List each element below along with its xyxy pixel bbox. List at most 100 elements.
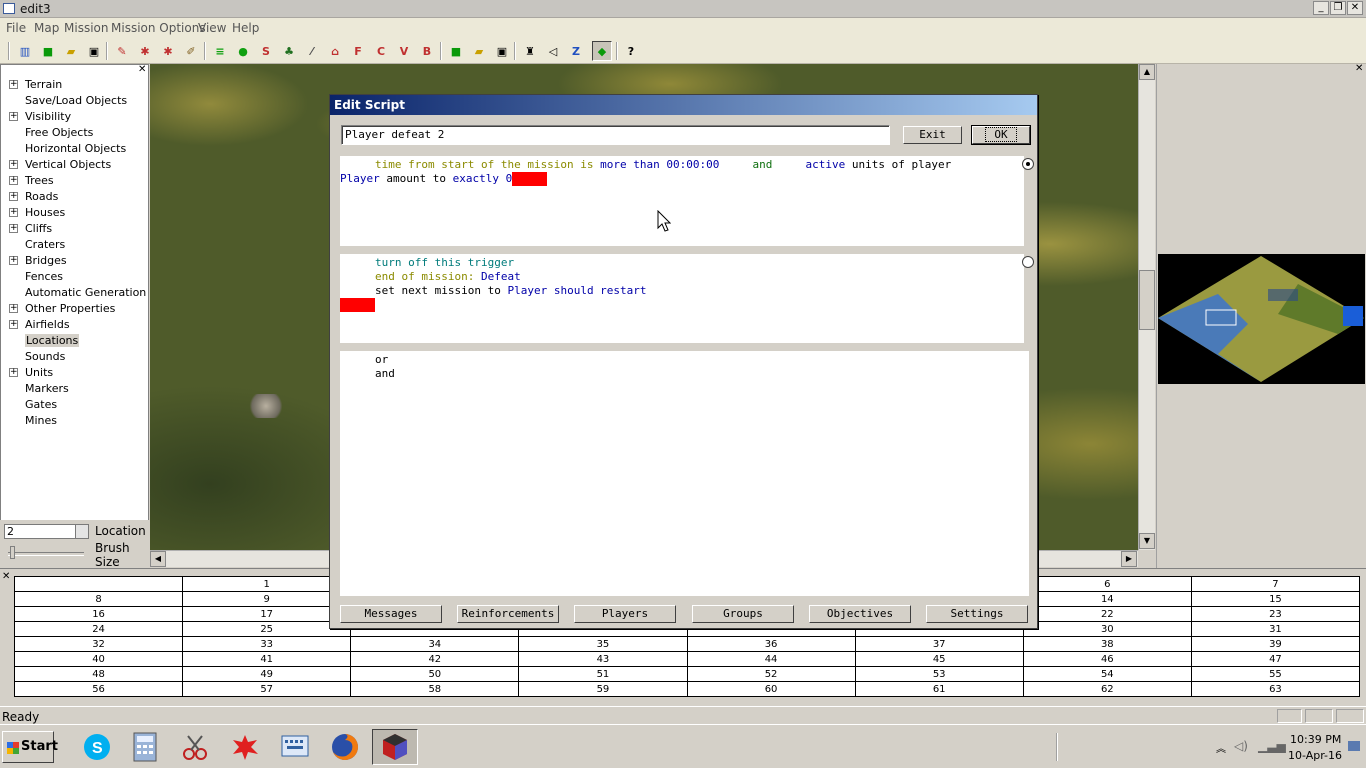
grid-cell[interactable]: 60 (686, 681, 856, 697)
minimize-button[interactable]: _ (1313, 1, 1329, 15)
tree-item[interactable]: + Other Properties (9, 301, 149, 317)
cliff-tool-icon[interactable]: C (372, 42, 390, 60)
grid-cell[interactable]: 46 (1022, 651, 1192, 667)
location-number-input[interactable]: 2 (4, 524, 76, 539)
grid-cell[interactable]: 34 (350, 636, 520, 652)
grid-cell[interactable] (13, 576, 184, 592)
scroll-left-icon[interactable]: ◀ (150, 551, 166, 567)
players-button[interactable]: Players (574, 605, 676, 623)
grid-cell[interactable]: 33 (182, 636, 352, 652)
condition-amount[interactable]: amount to (386, 172, 446, 185)
condition-exactly[interactable]: exactly (453, 172, 499, 185)
expand-icon[interactable]: + (9, 160, 18, 169)
show-hidden-icons-icon[interactable]: ︽ (1216, 740, 1226, 755)
grid-cell[interactable]: 50 (350, 666, 520, 682)
grid-cell[interactable]: 49 (182, 666, 352, 682)
conditions-radio[interactable] (1022, 158, 1034, 170)
tree-item[interactable]: Sounds (9, 349, 149, 365)
insertion-marker[interactable] (512, 172, 548, 186)
help-icon[interactable]: ? (622, 42, 640, 60)
minimap[interactable] (1158, 254, 1365, 384)
logic-or[interactable]: or (375, 353, 388, 367)
expand-icon[interactable]: + (9, 80, 18, 89)
grid-cell[interactable]: 56 (13, 681, 184, 697)
bridge-tool-icon[interactable]: B (418, 42, 436, 60)
objectives-button[interactable]: Objectives (809, 605, 911, 623)
restore-button[interactable]: ❐ (1330, 1, 1346, 15)
grid-cell[interactable]: 52 (686, 666, 856, 682)
close-button[interactable]: ✕ (1347, 1, 1363, 15)
info-icon[interactable]: ▥ (16, 42, 34, 60)
clock-time[interactable]: 10:39 PM (1290, 733, 1341, 746)
tree-tool-icon[interactable]: ♣ (280, 42, 298, 60)
grid-cell[interactable]: 57 (182, 681, 352, 697)
grid-cell[interactable]: 47 (1190, 651, 1361, 667)
condition-comparator[interactable]: more than (600, 158, 660, 171)
grid-cell[interactable]: 15 (1190, 591, 1361, 607)
brush-size-thumb[interactable] (10, 546, 15, 559)
menu-file[interactable]: File (6, 21, 26, 35)
grid-cell[interactable]: 54 (1022, 666, 1192, 682)
condition-player[interactable]: Player (340, 172, 380, 185)
expand-icon[interactable]: + (9, 192, 18, 201)
menu-mission[interactable]: Mission (64, 21, 108, 35)
grid-cell[interactable]: 43 (518, 651, 688, 667)
grid-cell[interactable]: 44 (686, 651, 856, 667)
grid-cell[interactable]: 7 (1190, 576, 1361, 592)
grid-cell[interactable]: 48 (13, 666, 184, 682)
menu-map[interactable]: Map (34, 21, 59, 35)
tree-item[interactable]: Fences (9, 269, 149, 285)
tree-item[interactable]: + Vertical Objects (9, 157, 149, 173)
scroll-down-icon[interactable]: ▼ (1139, 533, 1155, 549)
open-icon[interactable]: ▰ (62, 42, 80, 60)
grid-cell[interactable]: 6 (1022, 576, 1192, 592)
action-end-of-mission[interactable]: end of mission: (375, 270, 474, 283)
action-line[interactable]: end of mission: Defeat (375, 270, 521, 284)
grid-cell[interactable]: 37 (854, 636, 1024, 652)
tree-item[interactable]: Free Objects (9, 125, 149, 141)
grid-cell[interactable]: 61 (854, 681, 1024, 697)
volume-icon[interactable]: ◁) (1234, 739, 1248, 753)
grid-cell[interactable]: 16 (13, 606, 184, 622)
grid-cell[interactable]: 14 (1022, 591, 1192, 607)
network-icon[interactable]: ▁▃▅ (1258, 739, 1286, 753)
condition-active[interactable]: active (806, 158, 846, 171)
close-icon[interactable]: ✕ (2, 571, 10, 582)
menu-help[interactable]: Help (232, 21, 259, 35)
keyboard-icon[interactable] (272, 729, 318, 765)
tree-item[interactable]: + Trees (9, 173, 149, 189)
messages-button[interactable]: Messages (340, 605, 442, 623)
road-tool-icon[interactable]: ⁄ (303, 42, 321, 60)
mission-save-icon[interactable]: ▣ (493, 42, 511, 60)
grid-cell[interactable]: 25 (182, 621, 352, 637)
grid-cell[interactable]: 17 (182, 606, 352, 622)
expand-icon[interactable]: + (9, 224, 18, 233)
new-icon[interactable]: ■ (39, 42, 57, 60)
action-turn-off-trigger[interactable]: turn off this trigger (375, 256, 514, 269)
firefox-icon[interactable] (322, 729, 368, 765)
grid-cell[interactable]: 23 (1190, 606, 1361, 622)
tree-item[interactable]: + Units (9, 365, 149, 381)
condition-line[interactable]: time from start of the mission is more t… (375, 158, 951, 172)
clock-date[interactable]: 10-Apr-16 (1288, 749, 1342, 762)
start-button[interactable]: Start (2, 731, 58, 763)
grid-cell[interactable]: 24 (13, 621, 184, 637)
grid-cell[interactable]: 63 (1190, 681, 1361, 697)
logic-palette[interactable]: or and (340, 351, 1029, 596)
condition-units-of-player[interactable]: units of player (852, 158, 951, 171)
snipping-tool-icon[interactable] (172, 729, 218, 765)
condition-time[interactable]: time from start of the mission is (375, 158, 594, 171)
insertion-marker[interactable] (340, 298, 375, 312)
close-icon[interactable]: ✕ (138, 65, 148, 75)
actions-radio[interactable] (1022, 256, 1034, 268)
grid-cell[interactable]: 62 (1022, 681, 1192, 697)
units-tool-icon[interactable]: ≡ (211, 42, 229, 60)
sound-tool-icon[interactable]: S (257, 42, 275, 60)
scroll-right-icon[interactable]: ▶ (1121, 551, 1137, 567)
brush-size-slider[interactable] (8, 552, 84, 556)
menu-view[interactable]: View (198, 21, 226, 35)
tree-item[interactable]: + Houses (9, 205, 149, 221)
tree-item[interactable]: + Airfields (9, 317, 149, 333)
tree-item[interactable]: Markers (9, 381, 149, 397)
save-icon[interactable]: ▣ (85, 42, 103, 60)
